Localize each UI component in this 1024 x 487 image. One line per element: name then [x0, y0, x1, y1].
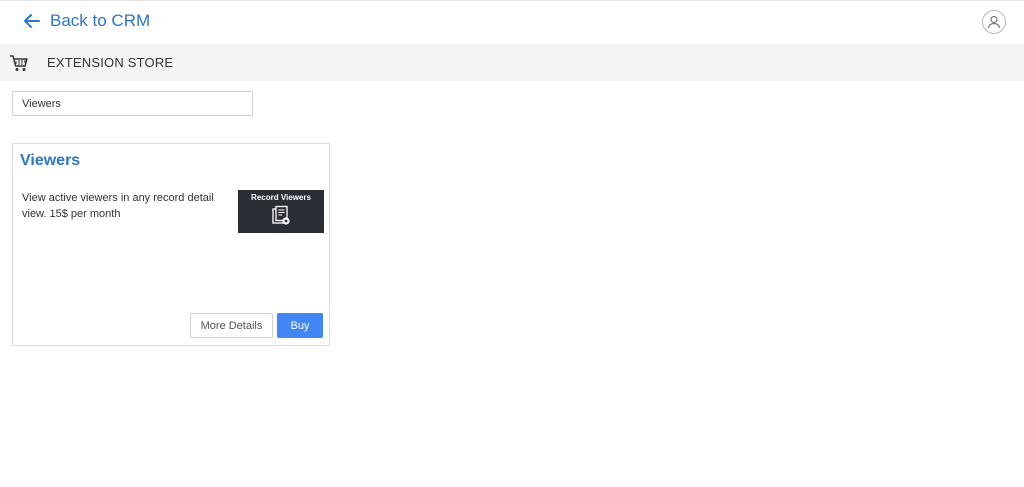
shopping-cart-icon	[10, 55, 28, 71]
page: Back to CRM EXTENSION STORE Viewers View…	[0, 0, 1024, 487]
extension-store-header: EXTENSION STORE	[0, 44, 1024, 81]
extension-card: Viewers View active viewers in any recor…	[12, 143, 330, 346]
user-icon	[987, 15, 1001, 29]
top-bar: Back to CRM	[0, 1, 1024, 44]
search-input[interactable]	[12, 91, 253, 116]
extension-thumbnail: Record Viewers	[238, 190, 324, 233]
extension-description: View active viewers in any record detail…	[22, 192, 214, 220]
back-to-crm-link[interactable]: Back to CRM	[22, 11, 150, 31]
section-title: EXTENSION STORE	[47, 55, 174, 70]
thumbnail-label: Record Viewers	[251, 193, 311, 202]
more-details-button[interactable]: More Details	[190, 313, 273, 338]
document-view-icon	[272, 205, 290, 225]
extension-title[interactable]: Viewers	[20, 152, 80, 170]
back-to-crm-label: Back to CRM	[50, 11, 151, 30]
buy-button[interactable]: Buy	[277, 313, 323, 338]
arrow-left-icon	[24, 14, 40, 28]
user-avatar-icon[interactable]	[982, 10, 1006, 34]
